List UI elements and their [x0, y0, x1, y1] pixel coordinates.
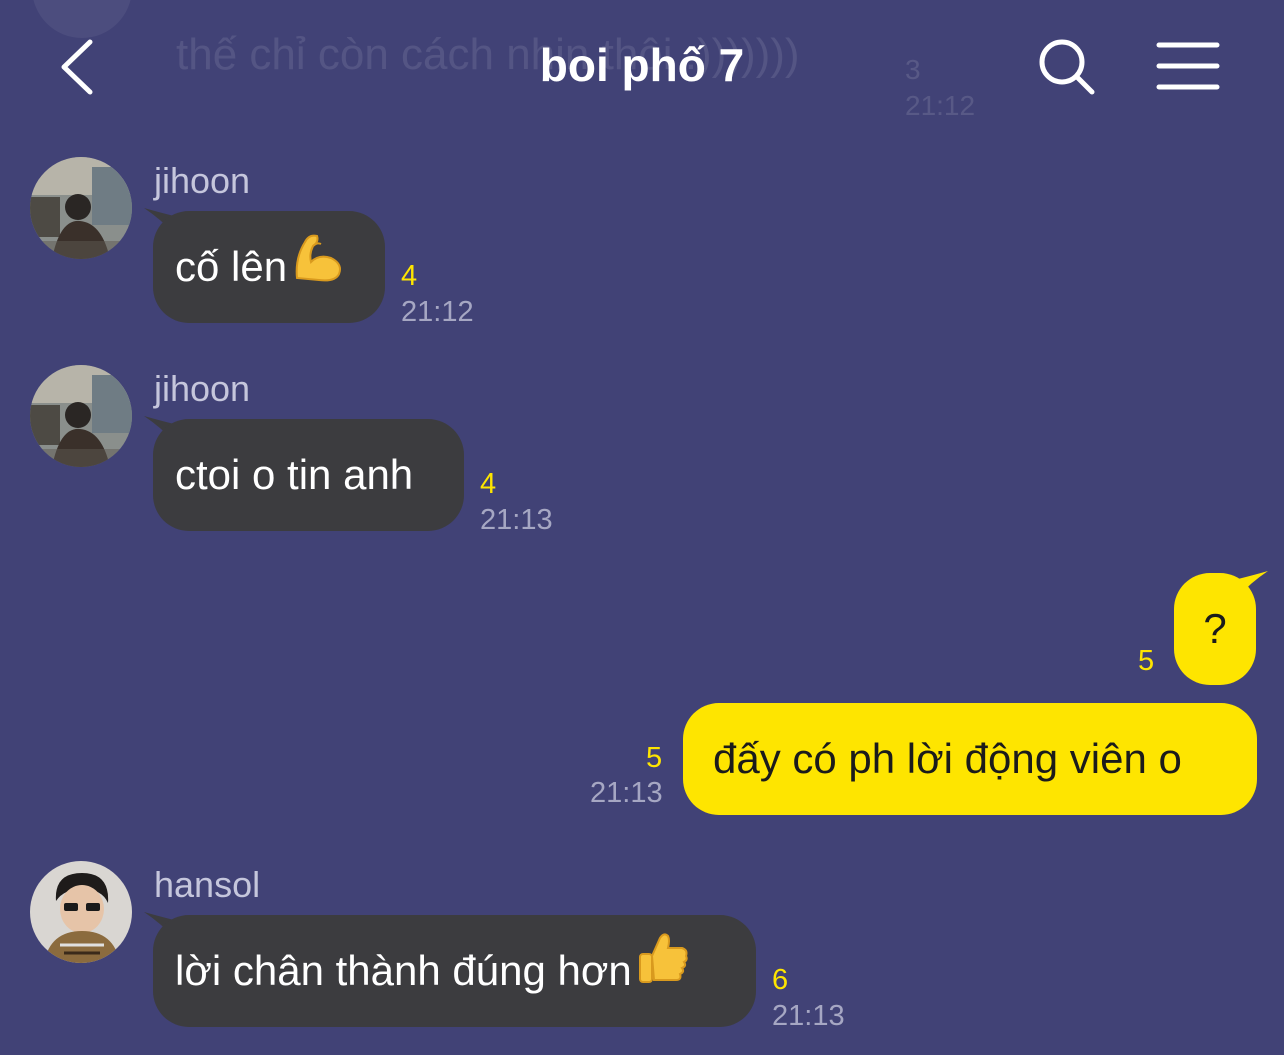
read-count: 4	[401, 260, 418, 292]
ghost-avatar	[32, 0, 132, 38]
message-text: đấy có ph lời động viên o	[713, 735, 1182, 782]
message-bubble[interactable]: ctoi o tin anh	[153, 419, 464, 531]
message-bubble[interactable]: lời chân thành đúng hơn	[153, 915, 756, 1027]
message-bubble[interactable]: ?	[1174, 573, 1256, 685]
avatar-hansol[interactable]	[30, 861, 132, 963]
message-text: ctoi o tin anh	[175, 451, 414, 498]
message-bubble[interactable]: đấy có ph lời động viên o	[683, 703, 1257, 815]
read-count: 5	[646, 742, 663, 774]
message-text: cố lên	[175, 243, 288, 290]
profile-photo-icon	[30, 157, 132, 259]
read-count: 4	[480, 468, 497, 500]
profile-photo-icon	[30, 861, 132, 963]
sender-name: jihoon	[154, 160, 251, 201]
menu-button[interactable]	[1156, 40, 1220, 92]
message-text: lời chân thành đúng hơn	[175, 947, 632, 994]
sender-name: jihoon	[154, 368, 251, 409]
search-icon	[1039, 39, 1095, 95]
avatar-jihoon[interactable]	[30, 157, 132, 259]
read-count: 5	[1138, 645, 1155, 677]
message-time: 21:13	[772, 1000, 845, 1032]
hamburger-menu-icon	[1156, 42, 1220, 90]
read-count: 6	[772, 964, 789, 996]
message-time: 21:13	[590, 777, 663, 809]
flexed-biceps-icon	[289, 214, 345, 326]
ghost-message-time: 21:12	[905, 90, 976, 121]
message-bubble[interactable]: cố lên	[153, 211, 385, 323]
message-text: ?	[1203, 605, 1227, 652]
message-time: 21:13	[480, 504, 553, 536]
avatar-jihoon[interactable]	[30, 365, 132, 467]
profile-photo-icon	[30, 365, 132, 467]
message-time: 21:12	[401, 296, 474, 328]
search-button[interactable]	[1036, 36, 1098, 98]
sender-name: hansol	[154, 864, 261, 905]
thumbs-up-icon	[634, 918, 692, 1030]
